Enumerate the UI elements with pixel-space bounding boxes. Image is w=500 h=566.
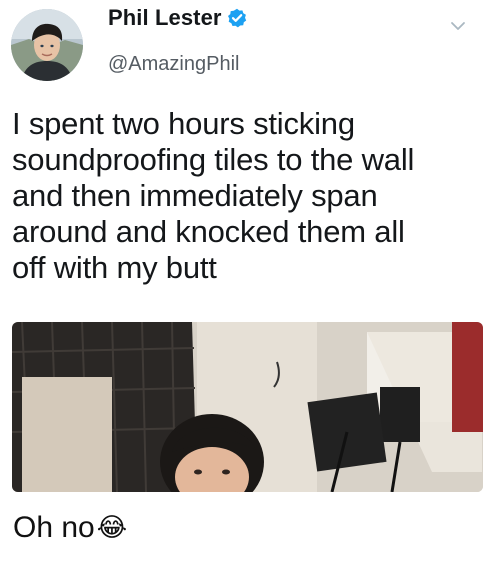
author-name-row[interactable]: Phil Lester — [108, 3, 247, 33]
author-handle[interactable]: @AmazingPhil — [108, 53, 239, 76]
display-name[interactable]: Phil Lester — [108, 5, 222, 31]
meme-caption: Oh no 😂 — [13, 511, 127, 545]
avatar[interactable] — [11, 9, 83, 81]
verified-badge-icon — [227, 8, 247, 28]
tweet-media-photo[interactable] — [12, 322, 483, 492]
chevron-down-icon[interactable] — [450, 20, 466, 32]
caption-text: Oh no — [13, 511, 95, 544]
avatar-photo — [11, 9, 83, 81]
photo-image — [12, 322, 483, 492]
tweet-card: Phil Lester @AmazingPhil I spent two hou… — [0, 0, 500, 500]
tears-of-joy-emoji-icon: 😂 — [96, 513, 128, 543]
tweet-text: I spent two hours sticking soundproofing… — [12, 106, 415, 285]
